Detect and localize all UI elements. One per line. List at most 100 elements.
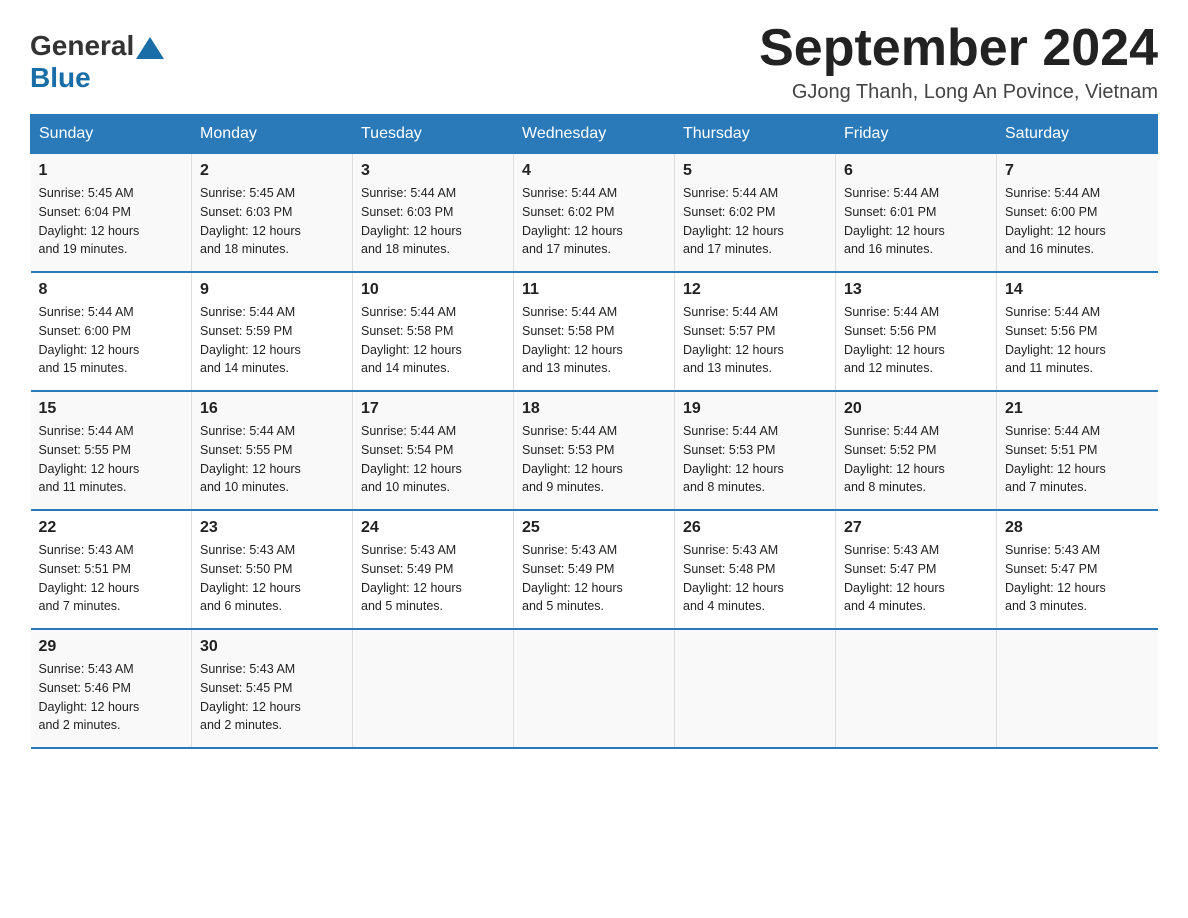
calendar-cell: 24Sunrise: 5:43 AM Sunset: 5:49 PM Dayli… <box>353 510 514 629</box>
day-info: Sunrise: 5:43 AM Sunset: 5:48 PM Dayligh… <box>683 541 827 616</box>
calendar-cell: 4Sunrise: 5:44 AM Sunset: 6:02 PM Daylig… <box>514 154 675 273</box>
day-number: 11 <box>522 281 666 299</box>
day-info: Sunrise: 5:44 AM Sunset: 5:55 PM Dayligh… <box>39 422 184 497</box>
day-number: 18 <box>522 400 666 418</box>
day-info: Sunrise: 5:44 AM Sunset: 5:54 PM Dayligh… <box>361 422 505 497</box>
day-number: 23 <box>200 519 344 537</box>
location-subtitle: GJong Thanh, Long An Povince, Vietnam <box>759 81 1158 104</box>
day-of-week-header-monday: Monday <box>192 115 353 154</box>
day-info: Sunrise: 5:44 AM Sunset: 6:00 PM Dayligh… <box>1005 184 1150 259</box>
day-info: Sunrise: 5:43 AM Sunset: 5:50 PM Dayligh… <box>200 541 344 616</box>
day-info: Sunrise: 5:44 AM Sunset: 5:56 PM Dayligh… <box>1005 303 1150 378</box>
day-number: 26 <box>683 519 827 537</box>
page-header: General Blue September 2024 GJong Thanh,… <box>30 20 1158 104</box>
day-of-week-header-thursday: Thursday <box>675 115 836 154</box>
title-area: September 2024 GJong Thanh, Long An Povi… <box>759 20 1158 104</box>
calendar-cell: 12 Sunrise: 5:44 AM Sunset: 5:57 PM Dayli… <box>675 272 836 391</box>
day-info: Sunrise: 5:44 AM Sunset: 5:53 PM Dayligh… <box>683 422 827 497</box>
calendar-cell: 23 Sunrise: 5:43 AM Sunset: 5:50 PM Dayli… <box>192 510 353 629</box>
calendar-cell: 7 Sunrise: 5:44 AM Sunset: 6:00 PM Daylig… <box>997 154 1158 273</box>
calendar-week-row: 8 Sunrise: 5:44 AM Sunset: 6:00 PM Daylig… <box>31 272 1158 391</box>
day-number: 24 <box>361 519 505 537</box>
day-info: Sunrise: 5:44 AM Sunset: 6:00 PM Dayligh… <box>39 303 184 378</box>
calendar-cell: 10Sunrise: 5:44 AM Sunset: 5:58 PM Dayli… <box>353 272 514 391</box>
calendar-cell: 25 Sunrise: 5:43 AM Sunset: 5:49 PM Dayli… <box>514 510 675 629</box>
days-of-week-row: SundayMondayTuesdayWednesdayThursdayFrid… <box>31 115 1158 154</box>
day-info: Sunrise: 5:44 AM Sunset: 5:56 PM Dayligh… <box>844 303 988 378</box>
calendar-week-row: 29 Sunrise: 5:43 AM Sunset: 5:46 PM Dayli… <box>31 629 1158 748</box>
day-of-week-header-sunday: Sunday <box>31 115 192 154</box>
calendar-week-row: 15 Sunrise: 5:44 AM Sunset: 5:55 PM Dayli… <box>31 391 1158 510</box>
day-number: 21 <box>1005 400 1150 418</box>
day-number: 29 <box>39 638 184 656</box>
day-number: 5 <box>683 162 827 180</box>
calendar-cell: 19Sunrise: 5:44 AM Sunset: 5:53 PM Dayli… <box>675 391 836 510</box>
day-info: Sunrise: 5:43 AM Sunset: 5:46 PM Dayligh… <box>39 660 184 735</box>
logo-blue-text: Blue <box>30 62 91 94</box>
day-number: 17 <box>361 400 505 418</box>
day-info: Sunrise: 5:44 AM Sunset: 5:58 PM Dayligh… <box>522 303 666 378</box>
calendar-cell: 16 Sunrise: 5:44 AM Sunset: 5:55 PM Dayli… <box>192 391 353 510</box>
day-number: 14 <box>1005 281 1150 299</box>
calendar-cell: 11 Sunrise: 5:44 AM Sunset: 5:58 PM Dayli… <box>514 272 675 391</box>
logo-triangle-icon <box>136 37 164 59</box>
day-of-week-header-friday: Friday <box>836 115 997 154</box>
calendar-header: SundayMondayTuesdayWednesdayThursdayFrid… <box>31 115 1158 154</box>
logo: General Blue <box>30 30 166 94</box>
calendar-cell: 26 Sunrise: 5:43 AM Sunset: 5:48 PM Dayli… <box>675 510 836 629</box>
day-info: Sunrise: 5:45 AM Sunset: 6:04 PM Dayligh… <box>39 184 184 259</box>
calendar-cell: 13Sunrise: 5:44 AM Sunset: 5:56 PM Dayli… <box>836 272 997 391</box>
calendar-week-row: 1 Sunrise: 5:45 AM Sunset: 6:04 PM Daylig… <box>31 154 1158 273</box>
day-number: 8 <box>39 281 184 299</box>
calendar-cell <box>353 629 514 748</box>
calendar-cell: 18 Sunrise: 5:44 AM Sunset: 5:53 PM Dayli… <box>514 391 675 510</box>
calendar-cell: 29 Sunrise: 5:43 AM Sunset: 5:46 PM Dayli… <box>31 629 192 748</box>
day-number: 1 <box>39 162 184 180</box>
day-info: Sunrise: 5:44 AM Sunset: 5:53 PM Dayligh… <box>522 422 666 497</box>
day-info: Sunrise: 5:44 AM Sunset: 6:03 PM Dayligh… <box>361 184 505 259</box>
calendar-cell: 9Sunrise: 5:44 AM Sunset: 5:59 PM Daylig… <box>192 272 353 391</box>
calendar-cell <box>836 629 997 748</box>
day-number: 12 <box>683 281 827 299</box>
day-number: 10 <box>361 281 505 299</box>
calendar-table: SundayMondayTuesdayWednesdayThursdayFrid… <box>30 114 1158 749</box>
day-info: Sunrise: 5:44 AM Sunset: 6:02 PM Dayligh… <box>683 184 827 259</box>
calendar-body: 1 Sunrise: 5:45 AM Sunset: 6:04 PM Daylig… <box>31 154 1158 749</box>
day-of-week-header-saturday: Saturday <box>997 115 1158 154</box>
calendar-cell: 6 Sunrise: 5:44 AM Sunset: 6:01 PM Daylig… <box>836 154 997 273</box>
day-info: Sunrise: 5:43 AM Sunset: 5:49 PM Dayligh… <box>522 541 666 616</box>
day-number: 7 <box>1005 162 1150 180</box>
calendar-cell <box>997 629 1158 748</box>
day-number: 15 <box>39 400 184 418</box>
day-info: Sunrise: 5:44 AM Sunset: 6:02 PM Dayligh… <box>522 184 666 259</box>
day-number: 3 <box>361 162 505 180</box>
day-info: Sunrise: 5:44 AM Sunset: 5:55 PM Dayligh… <box>200 422 344 497</box>
day-number: 9 <box>200 281 344 299</box>
day-info: Sunrise: 5:44 AM Sunset: 5:57 PM Dayligh… <box>683 303 827 378</box>
month-title: September 2024 <box>759 20 1158 77</box>
day-info: Sunrise: 5:44 AM Sunset: 5:52 PM Dayligh… <box>844 422 988 497</box>
calendar-cell: 22 Sunrise: 5:43 AM Sunset: 5:51 PM Dayli… <box>31 510 192 629</box>
calendar-cell <box>675 629 836 748</box>
day-info: Sunrise: 5:43 AM Sunset: 5:51 PM Dayligh… <box>39 541 184 616</box>
day-of-week-header-tuesday: Tuesday <box>353 115 514 154</box>
day-number: 22 <box>39 519 184 537</box>
day-number: 16 <box>200 400 344 418</box>
day-info: Sunrise: 5:45 AM Sunset: 6:03 PM Dayligh… <box>200 184 344 259</box>
day-number: 6 <box>844 162 988 180</box>
calendar-cell: 5 Sunrise: 5:44 AM Sunset: 6:02 PM Daylig… <box>675 154 836 273</box>
day-number: 25 <box>522 519 666 537</box>
day-number: 20 <box>844 400 988 418</box>
calendar-cell: 20 Sunrise: 5:44 AM Sunset: 5:52 PM Dayli… <box>836 391 997 510</box>
calendar-cell: 2Sunrise: 5:45 AM Sunset: 6:03 PM Daylig… <box>192 154 353 273</box>
calendar-cell: 14 Sunrise: 5:44 AM Sunset: 5:56 PM Dayli… <box>997 272 1158 391</box>
day-info: Sunrise: 5:43 AM Sunset: 5:47 PM Dayligh… <box>1005 541 1150 616</box>
calendar-cell: 15 Sunrise: 5:44 AM Sunset: 5:55 PM Dayli… <box>31 391 192 510</box>
calendar-cell: 8 Sunrise: 5:44 AM Sunset: 6:00 PM Daylig… <box>31 272 192 391</box>
calendar-cell: 28Sunrise: 5:43 AM Sunset: 5:47 PM Dayli… <box>997 510 1158 629</box>
day-info: Sunrise: 5:44 AM Sunset: 6:01 PM Dayligh… <box>844 184 988 259</box>
calendar-cell <box>514 629 675 748</box>
day-number: 30 <box>200 638 344 656</box>
calendar-cell: 30Sunrise: 5:43 AM Sunset: 5:45 PM Dayli… <box>192 629 353 748</box>
day-number: 27 <box>844 519 988 537</box>
